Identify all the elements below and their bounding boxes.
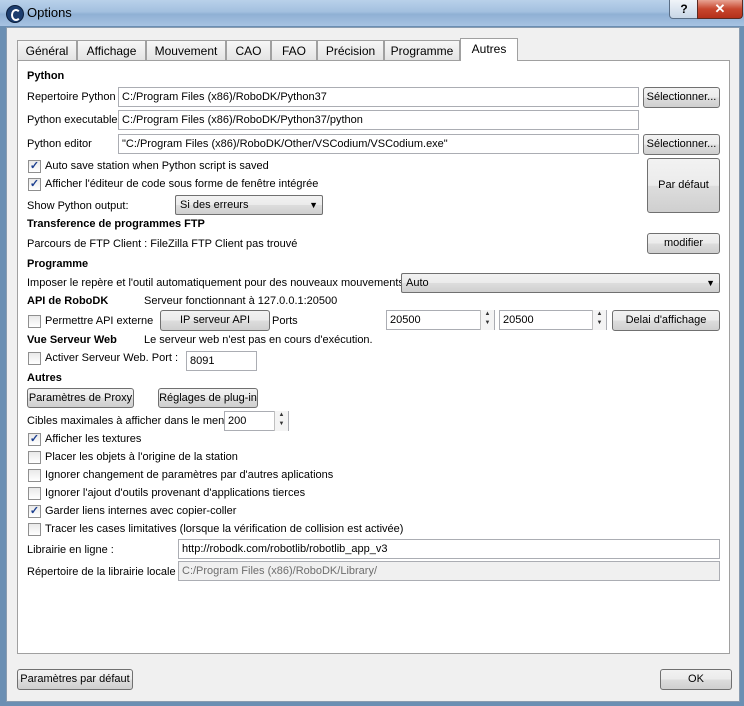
tab-cao[interactable]: CAO bbox=[226, 40, 271, 60]
spin-up-icon: ▲ bbox=[596, 311, 603, 317]
spin-up-icon: ▲ bbox=[484, 311, 491, 317]
ftp-status-text: Parcours de FTP Client : FileZilla FTP C… bbox=[27, 238, 298, 250]
tab-autres[interactable]: Autres bbox=[460, 38, 518, 61]
web-server-label: Activer Serveur Web. Port : bbox=[45, 352, 179, 364]
tab-programme[interactable]: Programme bbox=[384, 40, 460, 60]
show-textures-checkbox[interactable]: ✓ bbox=[28, 433, 41, 446]
online-library-label: Librairie en ligne : bbox=[27, 544, 114, 556]
python-exe-field[interactable]: C:/Program Files (x86)/RoboDK/Python37/p… bbox=[118, 110, 639, 130]
web-server-port-field[interactable]: 8091 bbox=[186, 351, 257, 371]
api-port2-field[interactable]: 20500 bbox=[499, 310, 607, 330]
web-server-checkbox[interactable] bbox=[28, 352, 41, 365]
reset-defaults-button[interactable]: Paramètres par défaut bbox=[17, 669, 133, 690]
keep-links-checkbox[interactable]: ✓ bbox=[28, 505, 41, 518]
python-default-button[interactable]: Par défaut bbox=[647, 158, 720, 213]
ignore-param-changes-label: Ignorer changement de paramètres par d'a… bbox=[45, 469, 334, 481]
python-dir-label: Repertoire Python bbox=[27, 91, 116, 103]
bounding-boxes-checkbox[interactable] bbox=[28, 523, 41, 536]
tab-fao[interactable]: FAO bbox=[271, 40, 317, 60]
proxy-settings-button[interactable]: Paramètres de Proxy bbox=[27, 388, 134, 408]
help-button[interactable]: ? bbox=[669, 0, 699, 19]
python-editor-select-button[interactable]: Sélectionner... bbox=[643, 134, 720, 155]
close-button[interactable]: ✕ bbox=[697, 0, 743, 19]
place-origin-checkbox[interactable] bbox=[28, 451, 41, 464]
place-origin-label: Placer les objets à l'origine de la stat… bbox=[45, 451, 238, 463]
impose-frame-combo[interactable]: Auto ▼ bbox=[401, 273, 720, 293]
ignore-tools-label: Ignorer l'ajout d'outils provenant d'app… bbox=[45, 487, 306, 499]
impose-frame-label: Imposer le repère et l'outil automatique… bbox=[27, 277, 404, 289]
title-bar bbox=[0, 0, 744, 26]
api-delay-button[interactable]: Delai d'affichage bbox=[612, 310, 720, 331]
max-targets-value: 200 bbox=[228, 415, 247, 427]
python-editor-label: Python editor bbox=[27, 138, 92, 150]
python-output-combo[interactable]: Si des erreurs ▼ bbox=[175, 195, 323, 215]
tab-affichage[interactable]: Affichage bbox=[77, 40, 146, 60]
api-port1-spinner[interactable]: ▲ ▼ bbox=[480, 310, 494, 330]
impose-frame-value: Auto bbox=[406, 277, 429, 289]
embedded-editor-label: Afficher l'éditeur de code sous forme de… bbox=[45, 178, 319, 190]
ignore-tools-checkbox[interactable] bbox=[28, 487, 41, 500]
section-api: API de RoboDK bbox=[27, 295, 109, 307]
python-output-label: Show Python output: bbox=[27, 200, 129, 212]
api-external-label: Permettre API externe bbox=[45, 315, 154, 327]
bounding-boxes-label: Tracer les cases limitatives (lorsque la… bbox=[45, 523, 404, 535]
spin-down-icon: ▼ bbox=[278, 421, 285, 427]
section-ftp: Transference de programmes FTP bbox=[27, 218, 205, 230]
autosave-label: Auto save station when Python script is … bbox=[45, 160, 269, 172]
local-library-label: Répertoire de la librairie locale : bbox=[27, 566, 182, 578]
chevron-down-icon: ▼ bbox=[706, 278, 715, 288]
python-editor-field[interactable]: "C:/Program Files (x86)/RoboDK/Other/VSC… bbox=[118, 134, 639, 154]
python-dir-select-button[interactable]: Sélectionner... bbox=[643, 87, 720, 108]
max-targets-label: Cibles maximales à afficher dans le menu bbox=[27, 415, 231, 427]
plugin-settings-button[interactable]: Réglages de plug-in bbox=[158, 388, 258, 408]
api-port1-value: 20500 bbox=[390, 314, 421, 326]
local-library-field: C:/Program Files (x86)/RoboDK/Library/ bbox=[178, 561, 720, 581]
python-exe-label: Python executable bbox=[27, 114, 118, 126]
section-programme: Programme bbox=[27, 258, 89, 270]
show-textures-label: Afficher les textures bbox=[45, 433, 142, 445]
chevron-down-icon: ▼ bbox=[309, 200, 318, 210]
keep-links-label: Garder liens internes avec copier-coller bbox=[45, 505, 237, 517]
web-server-status-text: Le serveur web n'est pas en cours d'exéc… bbox=[144, 334, 373, 346]
api-status-text: Serveur fonctionnant à 127.0.0.1:20500 bbox=[144, 295, 338, 307]
python-output-value: Si des erreurs bbox=[180, 199, 249, 211]
spin-up-icon: ▲ bbox=[278, 412, 285, 418]
robodk-app-icon bbox=[6, 5, 24, 23]
ftp-modify-button[interactable]: modifier bbox=[647, 233, 720, 254]
python-dir-field[interactable]: C:/Program Files (x86)/RoboDK/Python37 bbox=[118, 87, 639, 107]
tab-mouvement[interactable]: Mouvement bbox=[146, 40, 226, 60]
window-title: Options bbox=[27, 5, 72, 20]
section-python: Python bbox=[27, 70, 65, 82]
api-external-checkbox[interactable] bbox=[28, 315, 41, 328]
autosave-checkbox[interactable]: ✓ bbox=[28, 160, 41, 173]
api-ip-server-button[interactable]: IP serveur API bbox=[160, 310, 270, 331]
section-autres: Autres bbox=[27, 372, 62, 384]
tab-precision[interactable]: Précision bbox=[317, 40, 384, 60]
api-port2-value: 20500 bbox=[503, 314, 534, 326]
api-ports-label: Ports bbox=[272, 315, 298, 327]
max-targets-spinner[interactable]: ▲ ▼ bbox=[274, 411, 288, 431]
api-port1-field[interactable]: 20500 bbox=[386, 310, 495, 330]
section-web-server: Vue Serveur Web bbox=[27, 334, 117, 346]
ok-button[interactable]: OK bbox=[660, 669, 732, 690]
embedded-editor-checkbox[interactable]: ✓ bbox=[28, 178, 41, 191]
online-library-field[interactable]: http://robodk.com/robotlib/robotlib_app_… bbox=[178, 539, 720, 559]
ignore-param-changes-checkbox[interactable] bbox=[28, 469, 41, 482]
tab-general[interactable]: Général bbox=[17, 40, 77, 60]
spin-down-icon: ▼ bbox=[484, 320, 491, 326]
spin-down-icon: ▼ bbox=[596, 320, 603, 326]
api-port2-spinner[interactable]: ▲ ▼ bbox=[592, 310, 606, 330]
